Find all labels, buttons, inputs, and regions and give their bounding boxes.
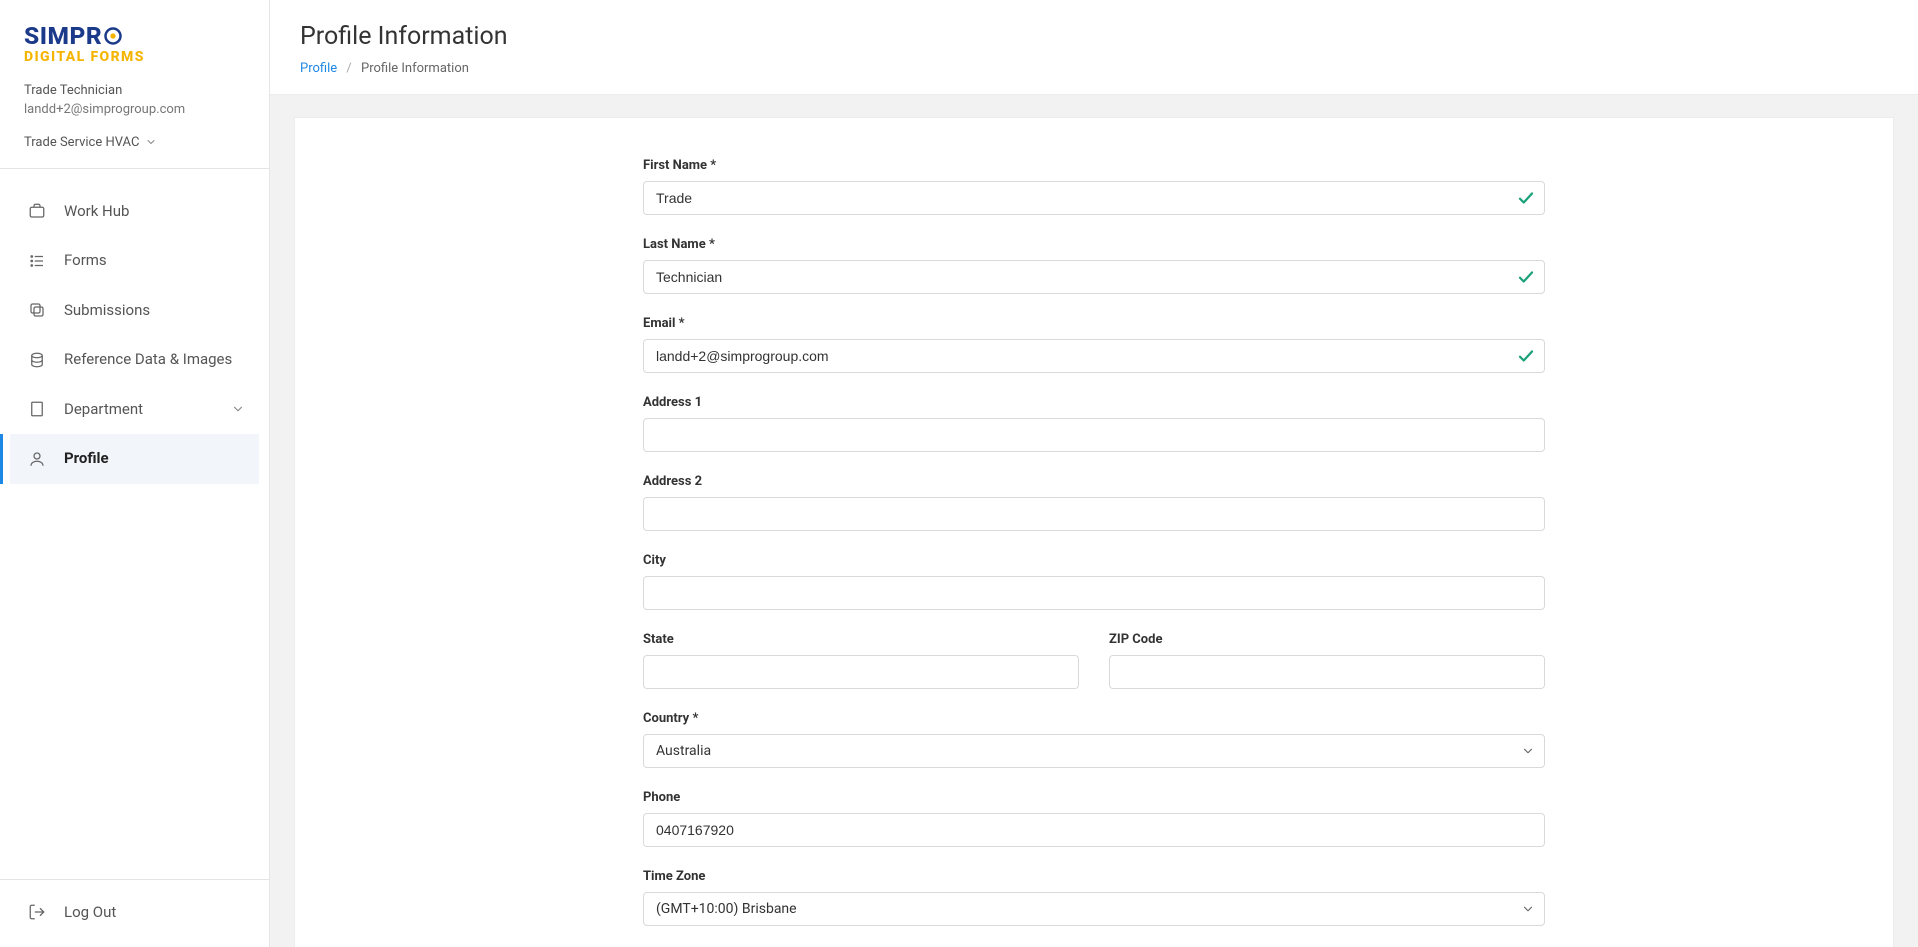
sidebar-item-work-hub[interactable]: Work Hub [10,187,259,237]
field-email: Email * [643,316,1545,373]
sidebar-item-label: Work Hub [64,202,245,222]
field-city: City [643,553,1545,610]
field-zip: ZIP Code [1109,632,1545,689]
field-state: State [643,632,1079,689]
sidebar-item-profile[interactable]: Profile [10,434,259,484]
gear-icon [103,26,123,46]
breadcrumb-current: Profile Information [361,61,469,76]
label-city: City [643,553,1545,568]
sidebar-item-label: Reference Data & Images [64,350,245,370]
logout-icon [28,903,46,921]
page-title: Profile Information [300,22,1888,51]
timezone-select[interactable]: (GMT+10:00) Brisbane [643,892,1545,926]
org-switcher[interactable]: Trade Service HVAC [24,135,245,150]
logo-subtitle: DIGITAL FORMS [24,49,245,65]
last-name-input[interactable] [643,260,1545,294]
sidebar-item-department[interactable]: Department [10,385,259,435]
sidebar: SIMPR DIGITAL FORMS Trade Technician lan… [0,0,270,947]
breadcrumb-sep: / [346,61,351,76]
field-phone: Phone [643,790,1545,847]
logo: SIMPR DIGITAL FORMS [24,24,245,65]
sidebar-item-label: Department [64,400,231,420]
main: Profile Information Profile / Profile In… [270,0,1918,947]
label-address2: Address 2 [643,474,1545,489]
logout-button[interactable]: Log Out [10,888,259,938]
field-timezone: Time Zone (GMT+10:00) Brisbane [643,869,1545,926]
label-zip: ZIP Code [1109,632,1545,647]
field-first-name: First Name * [643,158,1545,215]
page-header: Profile Information Profile / Profile In… [270,0,1918,95]
sidebar-item-reference-data[interactable]: Reference Data & Images [10,335,259,385]
profile-form: First Name * Last Name * [643,158,1545,947]
field-last-name: Last Name * [643,237,1545,294]
sidebar-item-label: Submissions [64,301,245,321]
address2-input[interactable] [643,497,1545,531]
country-select[interactable]: Australia [643,734,1545,768]
label-email: Email * [643,316,1545,331]
phone-input[interactable] [643,813,1545,847]
field-address2: Address 2 [643,474,1545,531]
breadcrumb-parent[interactable]: Profile [300,61,337,76]
org-name: Trade Service HVAC [24,135,139,150]
person-icon [28,450,46,468]
chevron-down-icon [231,402,245,416]
label-country: Country * [643,711,1545,726]
logo-line1: SIMPR [24,24,245,49]
sidebar-item-label: Forms [64,251,245,271]
zip-input[interactable] [1109,655,1545,689]
sidebar-item-label: Profile [64,449,245,469]
state-input[interactable] [643,655,1079,689]
user-email: landd+2@simprogroup.com [24,102,245,117]
label-timezone: Time Zone [643,869,1545,884]
first-name-input[interactable] [643,181,1545,215]
breadcrumb: Profile / Profile Information [300,61,1888,76]
sidebar-footer: Log Out [0,879,269,947]
building-icon [28,400,46,418]
field-country: Country * Australia [643,711,1545,768]
sidebar-nav: Work Hub Forms Submissions Reference Dat… [0,169,269,879]
logo-text-left: SIMPR [24,24,102,49]
logout-label: Log Out [64,903,245,923]
label-phone: Phone [643,790,1545,805]
sidebar-item-forms[interactable]: Forms [10,236,259,286]
label-last-name: Last Name * [643,237,1545,252]
city-input[interactable] [643,576,1545,610]
briefcase-icon [28,202,46,220]
database-icon [28,351,46,369]
address1-input[interactable] [643,418,1545,452]
chevron-down-icon [145,136,157,148]
label-address1: Address 1 [643,395,1545,410]
form-card: First Name * Last Name * [294,117,1894,947]
label-first-name: First Name * [643,158,1545,173]
copy-icon [28,301,46,319]
sidebar-header: SIMPR DIGITAL FORMS Trade Technician lan… [0,0,269,169]
content-region: First Name * Last Name * [270,95,1918,947]
sidebar-item-submissions[interactable]: Submissions [10,286,259,336]
user-display-name: Trade Technician [24,83,245,98]
email-input[interactable] [643,339,1545,373]
row-state-zip: State ZIP Code [643,632,1545,689]
field-address1: Address 1 [643,395,1545,452]
label-state: State [643,632,1079,647]
list-icon [28,252,46,270]
